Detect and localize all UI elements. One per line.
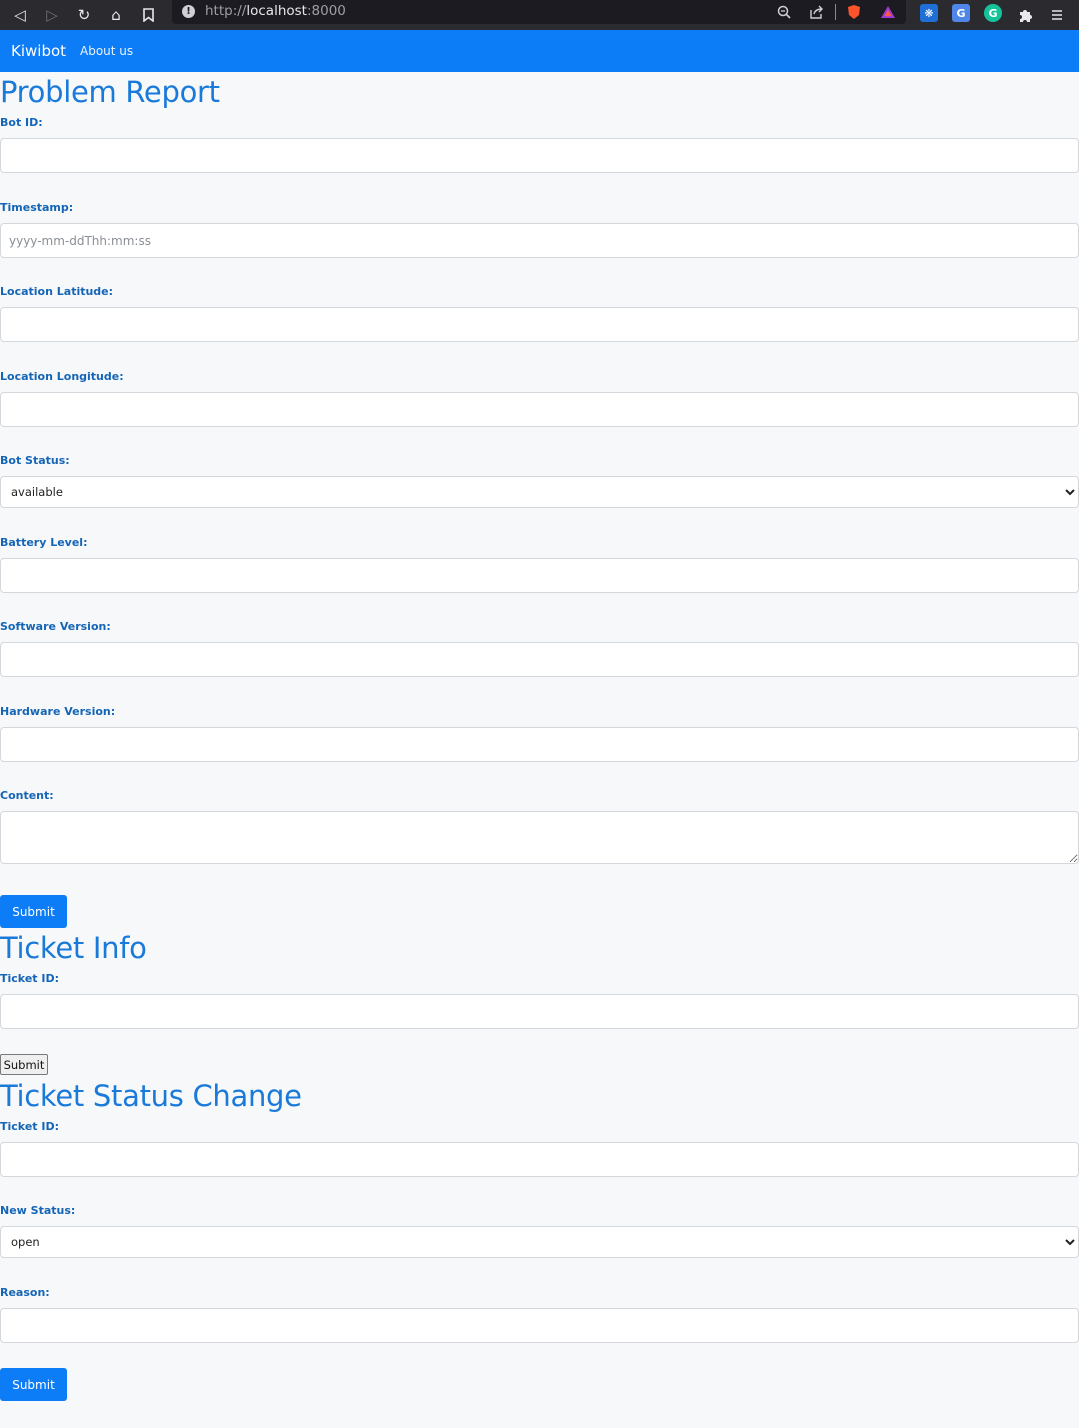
brand-link[interactable]: Kiwibot [11,42,66,60]
menu-icon[interactable] [1047,5,1067,25]
extension-grammarly-icon[interactable]: G [984,4,1002,22]
latitude-label: Location Latitude: [0,285,114,298]
software-version-label: Software Version: [0,620,111,633]
address-bar[interactable]: ! http://localhost:8000 [172,0,906,24]
bot-id-input[interactable] [0,138,1079,173]
bot-status-label: Bot Status: [0,454,70,467]
zoom-icon[interactable] [775,3,793,21]
hardware-version-label: Hardware Version: [0,705,116,718]
ticket-status-submit-button[interactable]: Submit [0,1368,67,1401]
problem-report-submit-button[interactable]: Submit [0,895,67,928]
home-icon[interactable]: ⌂ [106,5,126,25]
bookmark-icon[interactable] [138,5,158,25]
new-status-select[interactable]: open [0,1226,1079,1258]
extension-snowflake-icon[interactable]: ❋ [920,4,938,22]
battery-level-input[interactable] [0,558,1079,593]
hardware-version-input[interactable] [0,727,1079,762]
reload-icon[interactable]: ↻ [74,5,94,25]
back-icon[interactable]: ◁ [10,5,30,25]
status-change-ticket-id-input[interactable] [0,1142,1079,1177]
content-label: Content: [0,789,54,802]
extension-translate-icon[interactable]: G [952,4,970,22]
bot-id-label: Bot ID: [0,116,43,129]
timestamp-label: Timestamp: [0,201,74,214]
bot-status-select[interactable]: available [0,476,1079,508]
battery-level-label: Battery Level: [0,536,88,549]
site-navbar: Kiwibot About us [0,30,1079,72]
url-text: http://localhost:8000 [205,3,346,19]
ticket-info-submit-button[interactable]: Submit [0,1054,48,1075]
brave-shield-icon[interactable] [845,3,863,21]
ticket-info-id-label: Ticket ID: [0,972,59,985]
problem-report-title: Problem Report [0,75,220,109]
timestamp-input[interactable] [0,223,1079,258]
longitude-label: Location Longitude: [0,370,124,383]
about-us-link[interactable]: About us [80,44,133,58]
longitude-input[interactable] [0,392,1079,427]
reason-label: Reason: [0,1286,50,1299]
site-info-icon[interactable]: ! [182,5,195,18]
reason-input[interactable] [0,1308,1079,1343]
ticket-info-title: Ticket Info [0,931,147,965]
browser-toolbar: ◁ ▷ ↻ ⌂ ! http://localhost:8000 ❋ G G [0,0,1079,30]
brave-rewards-icon[interactable] [879,3,897,21]
status-change-ticket-id-label: Ticket ID: [0,1120,59,1133]
forward-icon[interactable]: ▷ [42,5,62,25]
ticket-status-change-title: Ticket Status Change [0,1079,302,1113]
content-textarea[interactable] [0,811,1079,864]
divider [835,4,836,20]
share-icon[interactable] [807,3,825,21]
extensions-puzzle-icon[interactable] [1015,5,1035,25]
software-version-input[interactable] [0,642,1079,677]
new-status-label: New Status: [0,1204,76,1217]
ticket-info-id-input[interactable] [0,994,1079,1029]
latitude-input[interactable] [0,307,1079,342]
